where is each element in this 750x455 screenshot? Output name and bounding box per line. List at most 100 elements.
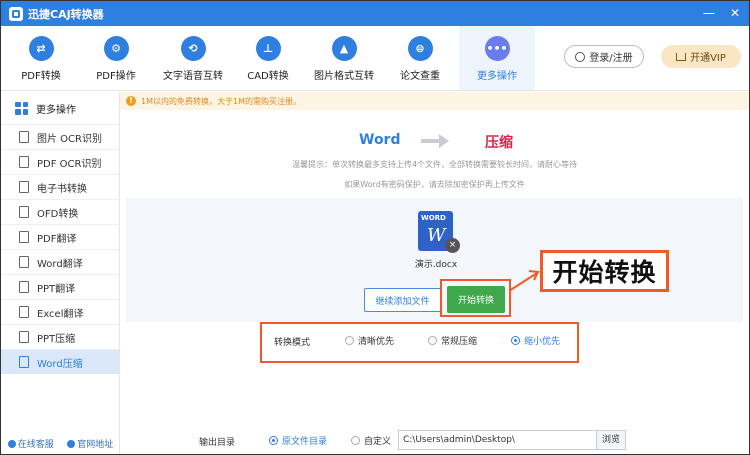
sidebar-item-word-compress[interactable]: Word压缩	[1, 349, 119, 374]
sidebar-item-pdf-translate[interactable]: PDF翻译	[1, 224, 119, 249]
output-custom-radio[interactable]: 自定义	[351, 434, 391, 447]
file-type-label: WORD	[421, 214, 446, 222]
main-toolbar: ⇄ PDF转换 ⚙ PDF操作 ⟲ 文字语音互转 ⊥ CAD转换 ▲ 图片格式互…	[1, 26, 749, 91]
sidebar-item-label: PDF翻译	[37, 233, 77, 245]
mode-option-normal[interactable]: 常规压缩	[428, 334, 477, 347]
document-icon	[19, 256, 29, 268]
radio-selected-icon	[269, 436, 278, 445]
cad-icon: ⊥	[255, 36, 281, 61]
tool-text-voice[interactable]: ⟲ 文字语音互转	[153, 26, 233, 90]
sidebar-item-image-ocr[interactable]: 图片 OCR识别	[1, 124, 119, 149]
grid-icon	[15, 101, 28, 115]
vip-label: 开通VIP	[690, 53, 726, 64]
warning-icon: !	[126, 96, 136, 106]
tool-label: 更多操作	[477, 71, 517, 82]
tool-label: PDF操作	[96, 71, 136, 82]
headset-icon	[7, 439, 16, 448]
sidebar-item-label: Word翻译	[37, 258, 83, 270]
start-callout-label: 开始转换	[540, 250, 669, 292]
sidebar-item-ppt-translate[interactable]: PPT翻译	[1, 274, 119, 299]
conversion-target: 压缩	[485, 135, 513, 151]
website-link[interactable]: 官网地址	[67, 437, 113, 450]
tool-pdf-convert[interactable]: ⇄ PDF转换	[3, 26, 79, 90]
app-logo-icon	[9, 6, 23, 21]
globe-icon	[67, 439, 76, 448]
sidebar-item-pdf-ocr[interactable]: PDF OCR识别	[1, 149, 119, 174]
output-original-dir-radio[interactable]: 原文件目录	[269, 434, 327, 447]
sidebar-item-ofd[interactable]: OFD转换	[1, 199, 119, 224]
notice-bar: ! 1M以内的免费转换，大于1M的需购买注册。	[120, 92, 749, 110]
document-icon	[19, 156, 29, 168]
start-convert-button[interactable]: 开始转换	[447, 286, 505, 313]
file-name: 演示.docx	[414, 260, 458, 270]
login-button[interactable]: 登录/注册	[564, 45, 644, 68]
sidebar-footer: 在线客服 官网地址	[1, 437, 120, 450]
tool-image-convert[interactable]: ▲ 图片格式互转	[304, 26, 384, 90]
user-icon	[575, 51, 586, 62]
tool-label: CAD转换	[247, 71, 289, 82]
sidebar-item-label: PDF OCR识别	[37, 158, 102, 170]
document-icon	[19, 356, 29, 368]
voice-icon: ⟲	[180, 36, 206, 61]
document-icon	[19, 131, 29, 143]
radio-icon	[351, 436, 360, 445]
image-icon: ▲	[331, 36, 357, 61]
sidebar-item-ebook[interactable]: 电子书转换	[1, 174, 119, 199]
add-files-button[interactable]: 继续添加文件	[364, 288, 441, 312]
radio-icon	[345, 336, 354, 345]
title-bar: 迅捷CAJ转换器 — ✕	[1, 1, 749, 26]
remove-file-icon[interactable]: ×	[445, 238, 460, 253]
app-title: 迅捷CAJ转换器	[28, 7, 104, 21]
browse-button[interactable]: 浏览	[596, 430, 626, 450]
radio-selected-icon	[511, 336, 520, 345]
output-label: 输出目录	[199, 438, 236, 448]
tool-label: PDF转换	[21, 71, 61, 82]
sidebar-item-label: PPT翻译	[37, 283, 76, 295]
output-path-field[interactable]: C:\Users\admin\Desktop\	[398, 430, 597, 450]
sidebar-item-word-translate[interactable]: Word翻译	[1, 249, 119, 274]
online-service-link[interactable]: 在线客服	[7, 437, 54, 450]
crown-icon	[676, 52, 687, 61]
conversion-header: Word 压缩	[351, 132, 531, 151]
sidebar-item-ppt-compress[interactable]: PPT压缩	[1, 324, 119, 349]
file-type-letter: W	[427, 225, 446, 246]
tip-line-1: 温馨提示：单次转换最多支持上传4个文件，全部转换需要较长时间，请耐心等待	[291, 160, 578, 169]
tool-paper-check[interactable]: ⊜ 论文查重	[382, 26, 458, 90]
document-icon	[19, 331, 29, 343]
swap-icon: ⇄	[28, 36, 54, 61]
sidebar-item-excel-translate[interactable]: Excel翻译	[1, 299, 119, 324]
conversion-source: Word	[359, 132, 401, 148]
mode-option-clarity[interactable]: 清晰优先	[345, 334, 394, 347]
document-icon	[19, 231, 29, 243]
mode-label: 转换模式	[274, 338, 311, 348]
gear-icon: ⚙	[103, 36, 129, 61]
more-icon: •••	[484, 36, 510, 61]
radio-icon	[428, 336, 437, 345]
sidebar-item-label: Excel翻译	[37, 308, 84, 320]
close-icon[interactable]: ✕	[727, 5, 743, 21]
tool-cad-convert[interactable]: ⊥ CAD转换	[230, 26, 306, 90]
check-icon: ⊜	[407, 36, 433, 61]
sidebar-item-label: 电子书转换	[37, 183, 87, 195]
document-icon	[19, 206, 29, 218]
sidebar-header: 更多操作	[1, 92, 119, 124]
tip-line-2: 如果Word有密码保护，请去除加密保护再上传文件	[344, 180, 525, 189]
callout-arrow-icon	[508, 270, 540, 292]
sidebar: 更多操作 图片 OCR识别 PDF OCR识别 电子书转换 OFD转换 PDF翻…	[1, 92, 120, 454]
tool-label: 论文查重	[400, 71, 440, 82]
minimize-icon[interactable]: —	[701, 5, 717, 21]
document-icon	[19, 181, 29, 193]
document-icon	[19, 281, 29, 293]
app-window: 迅捷CAJ转换器 — ✕ ⇄ PDF转换 ⚙ PDF操作 ⟲ 文字语音互转 ⊥ …	[0, 0, 750, 455]
vip-button[interactable]: 开通VIP	[661, 45, 741, 68]
sidebar-item-label: 图片 OCR识别	[37, 133, 102, 145]
tool-more-ops[interactable]: ••• 更多操作	[459, 26, 535, 90]
mode-option-smallest[interactable]: 缩小优先	[511, 334, 560, 347]
sidebar-item-label: Word压缩	[37, 358, 83, 370]
sidebar-item-label: PPT压缩	[37, 333, 76, 345]
notice-text: 1M以内的免费转换，大于1M的需购买注册。	[141, 96, 301, 106]
tool-pdf-ops[interactable]: ⚙ PDF操作	[78, 26, 154, 90]
document-icon	[19, 306, 29, 318]
arrow-right-icon	[421, 134, 451, 148]
login-label: 登录/注册	[589, 53, 633, 64]
